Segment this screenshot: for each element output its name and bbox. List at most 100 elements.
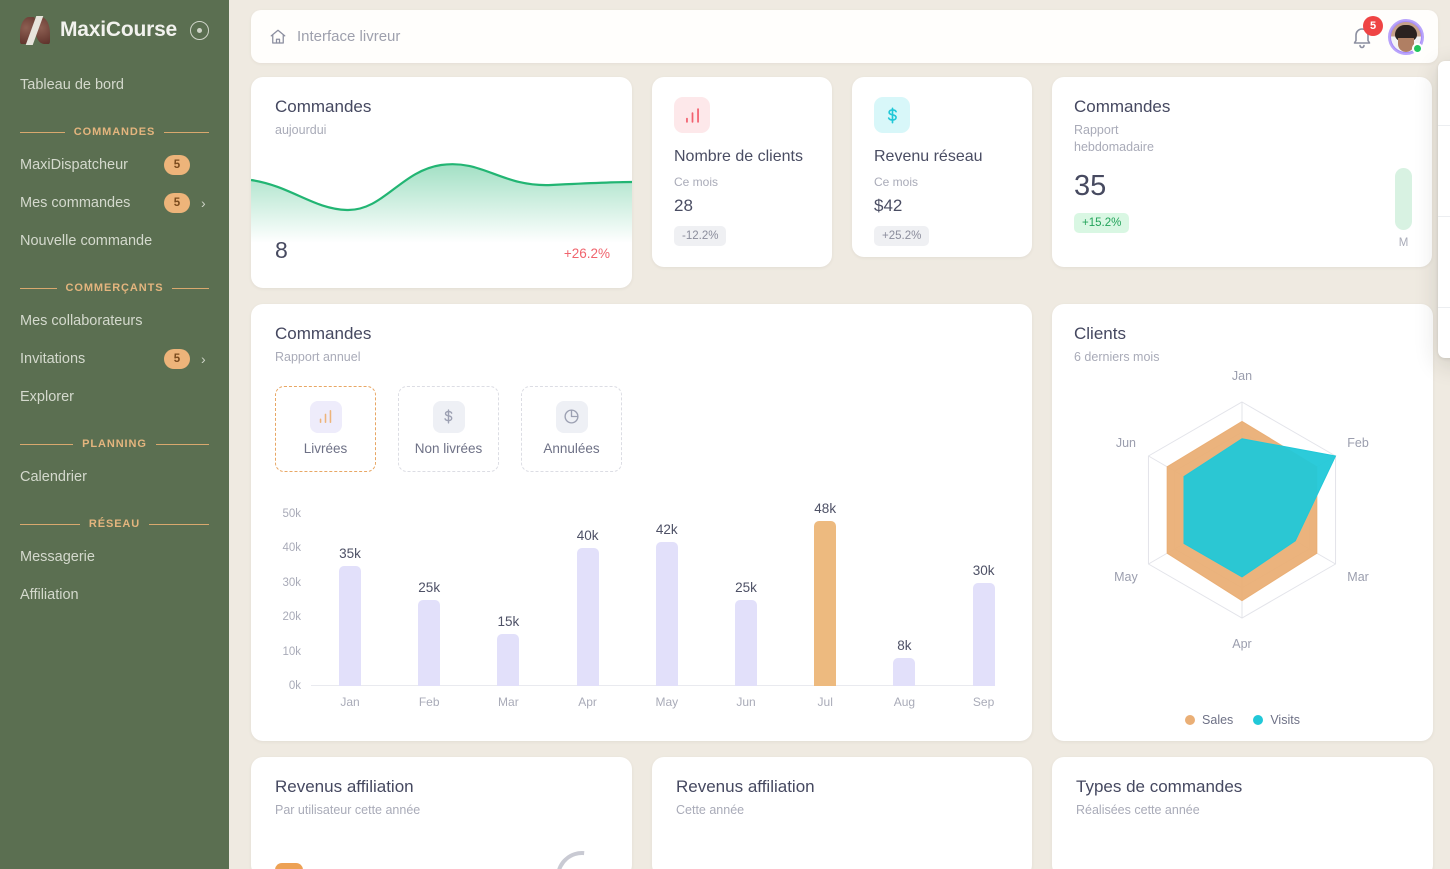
divider [20,443,74,445]
dropdown-group: Se déconnecter [1438,308,1450,358]
bar-column: 15k [469,614,547,686]
bar-value-label: 15k [497,614,520,630]
dropdown-user-header: Maxime PERROT MaxiDelivery [1438,61,1450,125]
bar[interactable] [497,634,520,686]
bar-value-label: 8k [897,638,912,654]
card-annual-orders: Commandes Rapport annuel Livrées Non livr… [251,304,1032,741]
y-axis-tick-label: 30k [282,576,301,589]
sidebar-item-maxidispatcheur[interactable]: MaxiDispatcheur5› [0,146,229,184]
menu-item-profil-commerce[interactable]: Profil commerce [1438,222,1450,262]
bar[interactable] [339,565,361,686]
divider [149,523,209,525]
card-value: 28 [674,196,693,216]
card-title: Clients [1074,324,1126,343]
card-subtitle: Cette année [676,803,745,817]
weekly-mini-bar-chart: M [1395,149,1412,249]
legend-item[interactable]: Sales [1185,713,1233,727]
bar[interactable] [814,520,837,686]
notifications-button[interactable]: 5 [1350,15,1383,49]
card-title: Revenus affiliation [275,777,414,796]
dropdown-group: Mon profilPaiement2 [1438,126,1450,216]
card-network-revenue: Revenu réseau Ce mois $42 +25.2% [852,77,1032,257]
menu-item-mon-profil[interactable]: Mon profil [1438,131,1450,171]
x-axis-tick-label: Jul [817,695,833,709]
bar[interactable] [893,658,916,686]
divider [172,287,209,289]
card-orders-today: Commandes aujourdui 8 +26.2% [251,77,632,288]
card-order-types: Types de commandes Réalisées cette année… [1052,757,1433,869]
x-axis-tick-label: Jan [340,695,360,709]
pie-chart-icon [555,400,588,433]
legend-swatch [1253,715,1264,725]
sidebar-item-mes-commandes[interactable]: Mes commandes 5 › [0,184,229,222]
radar-axis-label: Apr [1232,637,1251,651]
card-title: Revenu réseau [874,148,983,165]
sidebar-item-messagerie[interactable]: Messagerie› [0,538,229,576]
brand[interactable]: MaxiCourse [0,0,229,48]
user-avatar-chip [275,863,303,869]
card-subtitle: Réalisées cette année [1076,803,1200,817]
bar-value-label: 25k [735,580,757,595]
bar[interactable] [735,600,757,686]
sidebar-item-calendrier[interactable]: Calendrier› [0,458,229,496]
menu-item-se-d-connecter[interactable]: Se déconnecter [1438,313,1450,353]
sidebar-item-dashboard[interactable]: Tableau de bord [0,66,229,104]
maxicourse-logo-icon [20,15,50,45]
bottom-row: Revenus affiliation Par utilisateur cett… [251,757,1438,869]
sidebar-item-nouvelle-commande[interactable]: Nouvelle commande› [0,222,229,260]
sidebar-item-label: MaxiDispatcheur [20,157,128,173]
menu-item-paiement[interactable]: Paiement2 [1438,171,1450,211]
stats-row: Commandes aujourdui 8 +26.2% Nombre de c… [251,77,1438,288]
dollar-icon [432,400,465,433]
bar-value-label: 42k [655,521,678,537]
bar-value-label: 48k [814,500,837,516]
avatar[interactable] [1388,18,1424,55]
card-title: Revenus affiliation [676,777,815,796]
divider [20,287,57,289]
y-axis-tick-label: 40k [282,542,301,555]
tab-annul-es[interactable]: Annulées [521,385,622,472]
sidebar-item-invitations[interactable]: Invitations 5 › [0,340,229,378]
tab-label: Non livrées [414,440,483,456]
mini-bar-label: M [1398,237,1409,249]
y-axis-tick-label: 50k [282,508,301,520]
x-axis-tick-label: May [655,695,679,709]
bar-column: 25k [390,580,468,686]
sidebar: MaxiCourse Tableau de bord COMMANDES Maxi… [0,0,229,869]
menu-item-equipe[interactable]: Equipe [1438,262,1450,302]
tab-non-livr-es[interactable]: Non livrées [398,385,499,472]
sidebar-item-mes-collaborateurs[interactable]: Mes collaborateurs› [0,302,229,340]
user-dropdown-menu[interactable]: Maxime PERROT MaxiDelivery Mon profilPai… [1438,61,1450,358]
card-subtitle: aujourdui [275,123,327,137]
bar[interactable] [418,600,441,686]
dropdown-group: Profil commerceEquipe [1438,217,1450,307]
bar-column: 8k [865,638,943,686]
sidebar-section-title: COMMANDES [73,126,156,138]
bar-column: 40k [549,528,627,686]
bar-column: 30k [945,563,1023,686]
sidebar-item-explorer[interactable]: Explorer› [0,378,229,416]
x-axis-tick-label: Sep [972,695,995,709]
sidebar-section-header: COMMERÇANTS [0,282,229,294]
chevron-right-icon: › [201,195,206,211]
radar-axis-label: Mar [1347,570,1369,584]
breadcrumb[interactable]: Interface livreur [269,28,400,46]
sidebar-item-badge: 5 [164,193,190,213]
dollar-icon [874,97,910,133]
card-subtitle: Par utilisateur cette année [275,803,421,817]
bar[interactable] [972,582,995,686]
bar[interactable] [576,548,599,686]
sidebar-item-affiliation[interactable]: Affiliation› [0,576,229,614]
legend-item[interactable]: Visits [1253,713,1300,727]
divider [20,131,65,133]
x-axis-tick-label: Aug [893,695,916,709]
card-value: $42 [874,196,903,216]
tab-livr-es[interactable]: Livrées [275,385,376,472]
notification-count-badge: 5 [1363,15,1383,36]
collapse-toggle-icon[interactable] [190,20,210,40]
bar-value-label: 30k [972,562,995,578]
chevron-right-icon: › [201,351,206,367]
card-title: Nombre de clients [674,148,803,165]
bar-value-label: 25k [418,580,441,595]
bar[interactable] [655,541,678,686]
